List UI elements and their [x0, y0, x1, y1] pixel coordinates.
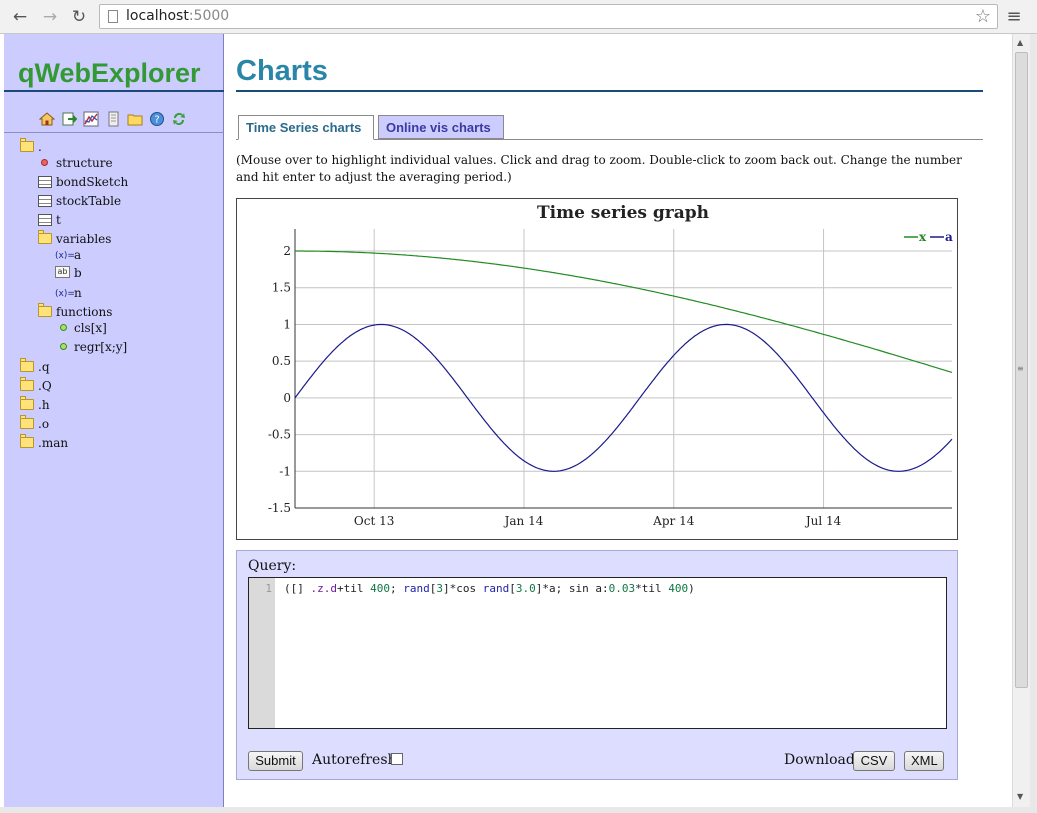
window-frame-right	[1030, 34, 1037, 813]
download-label: Download	[784, 752, 855, 768]
app-logo[interactable]: qWebExplorer	[18, 58, 201, 89]
table-icon	[38, 214, 52, 226]
browser-toolbar: ← → ↻ localhost:5000 ☆ ≡	[0, 0, 1037, 34]
query-panel: Query: 1 ([] .z.d+til 400; rand[3]*cos r…	[236, 550, 958, 780]
folder-icon	[20, 396, 34, 410]
y-tick-label: -0.5	[268, 428, 291, 442]
help-text: (Mouse over to highlight individual valu…	[236, 153, 962, 184]
scrollbar-grip-icon: ≡	[1017, 364, 1024, 373]
page-viewport: qWebExplorer ? . structure bondSketch st…	[4, 34, 1012, 807]
green-dot-icon	[60, 324, 67, 331]
url-text: localhost:5000	[126, 8, 230, 24]
download-csv-button[interactable]: CSV	[853, 751, 895, 771]
sidebar: qWebExplorer ? . structure bondSketch st…	[4, 34, 224, 807]
x-tick-label: Oct 13	[354, 514, 394, 528]
page-title: Charts	[236, 55, 328, 87]
vertical-scrollbar[interactable]: ▲ ≡ ▼	[1012, 34, 1030, 807]
folder-open-icon	[20, 138, 34, 152]
y-tick-label: 0.5	[272, 354, 291, 368]
logo-divider	[4, 90, 224, 92]
y-tick-label: -1.5	[268, 501, 291, 515]
y-tick-label: 2	[283, 244, 291, 258]
folder-icon	[20, 415, 34, 429]
query-editor[interactable]: 1 ([] .z.d+til 400; rand[3]*cos rand[3.0…	[248, 577, 947, 729]
main-content: Charts Time Series charts Online vis cha…	[236, 34, 996, 807]
query-code[interactable]: ([] .z.d+til 400; rand[3]*cos rand[3.0]*…	[284, 582, 695, 595]
y-tick-label: 1.5	[272, 281, 291, 295]
tab-online-vis-charts[interactable]: Online vis charts	[378, 115, 504, 139]
series-line-x	[295, 250, 953, 373]
folder-open-icon	[38, 303, 52, 317]
folder-icon	[20, 434, 34, 448]
autorefresh-checkbox[interactable]	[391, 753, 403, 765]
y-tick-label: 0	[283, 391, 291, 405]
query-label: Query:	[248, 558, 297, 574]
export-icon[interactable]	[61, 111, 77, 127]
autorefresh-label: Autorefresh	[312, 752, 397, 768]
scroll-up-arrow-icon[interactable]: ▲	[1017, 38, 1023, 47]
x-tick-label: Jul 14	[804, 514, 842, 528]
table-icon	[38, 195, 52, 207]
chart-canvas[interactable]: Time series graph 2 1.5 1 0.5 0 -0.5 -1 -1.5 Oct …	[237, 199, 957, 539]
refresh-icon[interactable]	[171, 111, 187, 127]
chart-icon[interactable]	[83, 111, 99, 127]
legend-label-a: a	[945, 230, 953, 244]
help-icon[interactable]: ?	[149, 111, 165, 127]
time-series-chart[interactable]: Time series graph 2 1.5 1 0.5 0 -0.5 -1 -1.5 Oct …	[236, 198, 958, 540]
legend-label-x: x	[919, 230, 927, 244]
bookmark-star-icon[interactable]: ☆	[975, 6, 991, 27]
editor-gutter: 1	[249, 578, 275, 728]
scroll-down-arrow-icon[interactable]: ▼	[1017, 792, 1023, 801]
document-icon[interactable]	[105, 111, 121, 127]
chart-tabs: Time Series charts Online vis charts	[236, 115, 983, 140]
string-variable-icon: ab	[55, 266, 70, 278]
home-icon[interactable]	[39, 111, 55, 127]
window-frame-bottom	[0, 807, 1037, 813]
forward-arrow-icon[interactable]: →	[39, 6, 61, 28]
folder-open-icon	[38, 230, 52, 244]
download-xml-button[interactable]: XML	[904, 751, 944, 771]
sidebar-divider	[4, 132, 224, 133]
y-tick-label: -1	[279, 464, 291, 478]
x-tick-label: Apr 14	[652, 514, 695, 528]
svg-text:?: ?	[154, 115, 159, 126]
address-bar[interactable]: localhost:5000 ☆	[99, 4, 998, 29]
title-divider	[236, 90, 983, 92]
variable-icon: (x)=	[55, 289, 75, 299]
back-arrow-icon[interactable]: ←	[9, 6, 31, 28]
reload-icon[interactable]: ↻	[68, 6, 90, 28]
x-tick-label: Jan 14	[503, 514, 544, 528]
browser-menu-icon[interactable]: ≡	[1004, 6, 1024, 28]
folder-icon	[20, 377, 34, 391]
line-number: 1	[265, 582, 272, 595]
page-icon	[108, 10, 118, 23]
submit-button[interactable]: Submit	[248, 751, 303, 771]
y-tick-label: 1	[283, 317, 291, 331]
tab-time-series-charts[interactable]: Time Series charts	[238, 115, 374, 140]
variable-icon: (x)=	[55, 251, 75, 261]
folder-icon	[20, 358, 34, 372]
table-icon	[38, 176, 52, 188]
green-dot-icon	[60, 343, 67, 350]
red-dot-icon	[41, 159, 48, 166]
folder-icon[interactable]	[127, 111, 143, 127]
chart-title: Time series graph	[537, 203, 709, 223]
